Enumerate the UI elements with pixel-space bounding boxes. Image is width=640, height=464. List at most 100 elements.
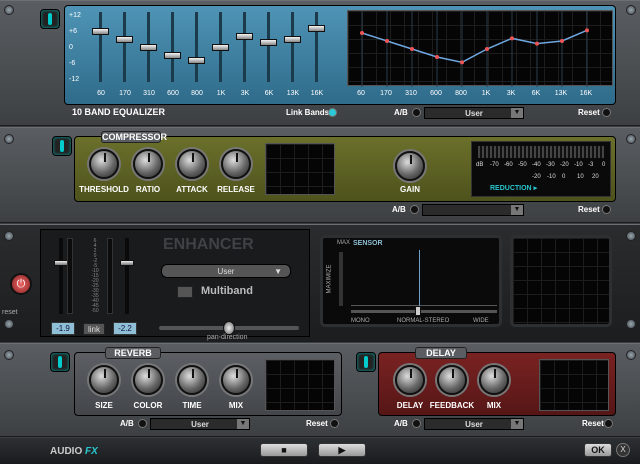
pan-slider-handle[interactable] bbox=[223, 321, 235, 335]
eq-ab-toggle[interactable] bbox=[412, 108, 421, 117]
compressor-reset-label: Reset bbox=[578, 205, 600, 214]
eq-band-label: 3K bbox=[240, 90, 250, 97]
reverb-ab-toggle[interactable] bbox=[138, 419, 147, 428]
knob-size[interactable] bbox=[89, 365, 119, 395]
close-icon: X bbox=[620, 445, 626, 454]
reverb-reset-button[interactable] bbox=[330, 419, 339, 428]
reverb-power-button[interactable] bbox=[50, 352, 70, 372]
right-value: -2.2 bbox=[118, 324, 132, 333]
meter-bottom-tick: -10 bbox=[547, 174, 556, 180]
knob-threshold[interactable] bbox=[89, 149, 119, 179]
eq-slider-handle-6K[interactable] bbox=[260, 38, 277, 46]
link-bands-toggle[interactable] bbox=[328, 108, 337, 117]
left-fader-handle[interactable] bbox=[54, 260, 68, 266]
eq-curve bbox=[360, 11, 589, 87]
meter-bars bbox=[478, 146, 604, 158]
eq-slider-track-600 bbox=[171, 12, 174, 82]
eq-slider-handle-310[interactable] bbox=[140, 44, 157, 51]
eq-slider-handle-600[interactable] bbox=[164, 52, 181, 59]
delay-preset-value: User bbox=[465, 420, 483, 429]
ok-button[interactable]: OK bbox=[584, 443, 612, 457]
meter-bottom-tick: -20 bbox=[532, 174, 541, 180]
eq-curve-point bbox=[460, 60, 464, 65]
eq-curve-point bbox=[385, 39, 389, 43]
knob-attack[interactable] bbox=[177, 149, 207, 179]
mono-label: MONO bbox=[351, 318, 370, 324]
eq-curve-band-label: 170 bbox=[380, 90, 392, 97]
eq-slider-handle-16K[interactable] bbox=[308, 25, 325, 33]
compressor-power-button[interactable] bbox=[52, 136, 72, 156]
eq-slider-handle-3K[interactable] bbox=[236, 33, 253, 41]
compressor-preset-select[interactable]: ▼ bbox=[422, 204, 524, 216]
eq-curve-band-label: 16K bbox=[579, 90, 593, 97]
enhancer-power-button[interactable]: ⏻ bbox=[10, 273, 32, 295]
eq-slider-handle-13K[interactable] bbox=[284, 36, 301, 43]
delay-reset-label: Reset bbox=[582, 419, 604, 428]
reverb-footer-bar: A/B User ▼ Reset bbox=[74, 417, 342, 431]
eq-reset-label: Reset bbox=[578, 108, 600, 117]
reverb-title: REVERB bbox=[114, 348, 152, 358]
knob-label: MIX bbox=[486, 401, 502, 410]
app-label-accent: FX bbox=[85, 446, 98, 457]
enhancer-rack: ⏻ reset 6 4 2 0 -2 -5 -10 -15 -20 -25 -30 -35 -40 -45… bbox=[0, 224, 640, 342]
compressor-reset-button[interactable] bbox=[602, 205, 611, 214]
eq-curve-band-label: 1K bbox=[481, 90, 491, 97]
eq-slider-handle-60[interactable] bbox=[92, 28, 109, 35]
right-meter bbox=[107, 238, 113, 314]
knob-release[interactable] bbox=[221, 149, 251, 179]
eq-slider-handle-800[interactable] bbox=[188, 57, 205, 65]
screw-icon bbox=[626, 350, 636, 360]
eq-band-label: 13K bbox=[286, 90, 300, 97]
maximize-label: MAXIMIZE bbox=[326, 264, 333, 294]
compressor-ab-toggle[interactable] bbox=[410, 205, 419, 214]
delay-title-tab: DELAY bbox=[415, 347, 467, 359]
enhancer-display bbox=[510, 235, 612, 327]
link-button[interactable]: link bbox=[83, 323, 105, 335]
knob-ratio[interactable] bbox=[133, 149, 163, 179]
eq-band-label: 16K bbox=[310, 90, 324, 97]
stereo-slider-handle[interactable] bbox=[415, 306, 421, 316]
sensor-title: SENSOR bbox=[353, 240, 383, 247]
knob-color[interactable] bbox=[133, 365, 163, 395]
delay-reset-button[interactable] bbox=[604, 419, 613, 428]
knob-label: RELEASE bbox=[217, 185, 255, 194]
reverb-ab-label: A/B bbox=[120, 419, 134, 428]
meter-top-tick: -20 bbox=[560, 162, 569, 168]
stop-button[interactable]: ■ bbox=[260, 443, 308, 457]
eq-slider-track-16K bbox=[315, 12, 318, 82]
close-button[interactable]: X bbox=[616, 443, 630, 457]
enhancer-reset-label[interactable]: reset bbox=[2, 309, 18, 316]
eq-slider-handle-170[interactable] bbox=[116, 36, 133, 43]
knob-mix[interactable] bbox=[221, 365, 251, 395]
reverb-title-tab: REVERB bbox=[105, 347, 161, 359]
screw-icon bbox=[4, 319, 14, 329]
delay-power-button[interactable] bbox=[356, 352, 376, 372]
reverb-preset-select[interactable]: User ▼ bbox=[150, 418, 250, 430]
delay-ab-toggle[interactable] bbox=[412, 419, 421, 428]
delay-preset-select[interactable]: User ▼ bbox=[424, 418, 524, 430]
meter-bottom-tick: 10 bbox=[577, 174, 584, 180]
eq-preset-select[interactable]: User ▼ bbox=[424, 107, 524, 119]
knob-mix[interactable] bbox=[479, 365, 509, 395]
sensor-vertical-slider[interactable] bbox=[339, 252, 343, 306]
play-button[interactable]: ▶ bbox=[318, 443, 366, 457]
multiband-checkbox[interactable] bbox=[177, 286, 193, 298]
enhancer-preset-select[interactable]: User ▼ bbox=[161, 264, 291, 278]
eq-reset-button[interactable] bbox=[602, 108, 611, 117]
eq-slider-handle-1K[interactable] bbox=[212, 44, 229, 51]
eq-band-label: 310 bbox=[143, 90, 155, 97]
knob-delay[interactable] bbox=[395, 365, 425, 395]
knob-feedback[interactable] bbox=[437, 365, 467, 395]
compressor-display bbox=[265, 143, 335, 195]
left-fader-track bbox=[59, 238, 63, 314]
enhancer-scale-tick: -50 bbox=[91, 308, 99, 314]
gain-knob[interactable] bbox=[395, 151, 425, 181]
equalizer-rack: +12 +6 0 -6 -12 60 170 310 600 800 1K 3K 6K 13K 16K 6… bbox=[0, 0, 640, 126]
compressor-title: COMPRESSOR bbox=[102, 132, 168, 142]
eq-power-button[interactable] bbox=[40, 9, 60, 29]
knob-time[interactable] bbox=[177, 365, 207, 395]
db-tick-label: -12 bbox=[69, 76, 80, 83]
delay-ab-label: A/B bbox=[394, 419, 408, 428]
eq-panel: +12 +6 0 -6 -12 60 170 310 600 800 1K 3K 6K 13K 16K 6… bbox=[64, 5, 616, 105]
right-fader-handle[interactable] bbox=[120, 260, 134, 266]
